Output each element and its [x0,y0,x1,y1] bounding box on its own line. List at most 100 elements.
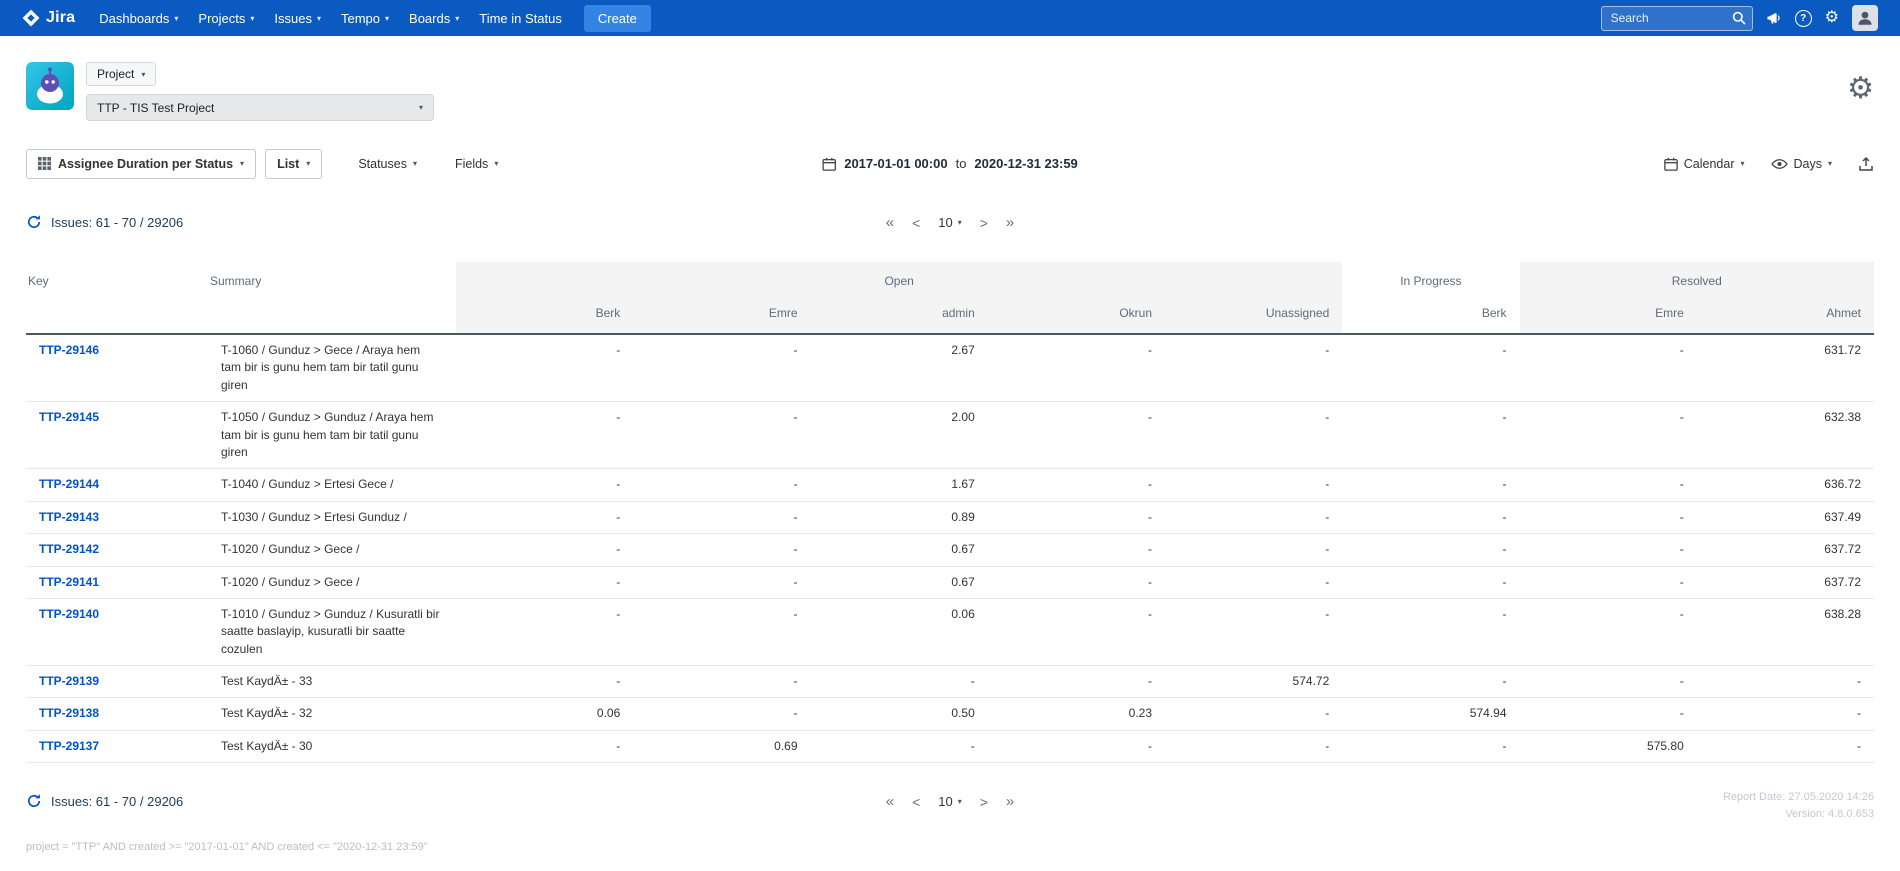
issue-row: TTP-29143T-1030 / Gunduz > Ertesi Gunduz… [26,501,1874,533]
duration-cell: - [988,534,1165,566]
nav-item-dashboards[interactable]: Dashboards▾ [89,0,188,36]
assignee-column-berk[interactable]: Berk [1342,298,1519,334]
chevron-down-icon: ▾ [413,159,417,168]
assignee-column-okrun[interactable]: Okrun [988,298,1165,334]
pagination-next-button[interactable]: > [980,215,988,231]
project-select[interactable]: TTP - TIS Test Project ▾ [86,94,434,121]
issue-row: TTP-29142T-1020 / Gunduz > Gece /--0.67-… [26,534,1874,566]
pagination-last-button[interactable]: » [1006,214,1014,231]
assignee-column-admin[interactable]: admin [811,298,988,334]
refresh-button[interactable] [26,214,42,230]
refresh-button[interactable] [26,793,42,809]
duration-cell: 632.38 [1697,402,1874,469]
project-avatar[interactable] [26,62,74,110]
top-navigation-bar: Jira Dashboards▾Projects▾Issues▾Tempo▾Bo… [0,0,1900,36]
pagination-first-button[interactable]: « [886,214,894,231]
pagination-top: « < 10 ▾ > » [886,214,1015,231]
refresh-icon [26,793,42,809]
report-settings-gear-icon[interactable]: ⚙ [1847,74,1874,104]
nav-item-projects[interactable]: Projects▾ [188,0,264,36]
chevron-down-icon: ▾ [958,218,962,227]
feedback-megaphone-icon[interactable] [1766,11,1782,26]
fields-dropdown[interactable]: Fields ▾ [455,157,498,171]
chevron-down-icon: ▾ [141,70,145,79]
scope-dropdown-button[interactable]: Project ▾ [86,62,156,86]
duration-cell: 0.50 [811,698,988,730]
duration-cell: 0.06 [811,598,988,665]
pagination-last-button[interactable]: » [1006,793,1014,810]
duration-cell: 0.67 [811,566,988,598]
statuses-dropdown[interactable]: Statuses ▾ [358,157,417,171]
pagination-prev-button[interactable]: < [912,215,920,231]
duration-cell: - [1165,334,1342,402]
duration-cell: 1.67 [811,469,988,501]
export-icon [1858,156,1874,172]
issue-key-link[interactable]: TTP-29138 [39,706,99,720]
calendar-mode-dropdown[interactable]: Calendar ▾ [1664,157,1745,171]
pagination-bottom: « < 10 ▾ > » [886,793,1015,810]
column-header-key[interactable]: Key [26,262,208,334]
duration-cell: - [1342,666,1519,698]
duration-cell: - [1165,534,1342,566]
assignee-column-emre[interactable]: Emre [1520,298,1697,334]
nav-item-tempo[interactable]: Tempo▾ [331,0,399,36]
duration-cell: 575.80 [1520,730,1697,762]
page-size-dropdown[interactable]: 10 ▾ [938,794,961,809]
nav-item-issues[interactable]: Issues▾ [264,0,331,36]
pagination-next-button[interactable]: > [980,794,988,810]
gear-icon[interactable]: ⚙ [1825,10,1839,26]
duration-cell: - [633,598,810,665]
search-icon[interactable] [1732,11,1746,25]
nav-item-boards[interactable]: Boards▾ [399,0,469,36]
duration-cell: 574.94 [1342,698,1519,730]
help-icon[interactable]: ? [1795,10,1812,27]
duration-cell: - [1697,730,1874,762]
duration-cell: - [633,501,810,533]
assignee-column-unassigned[interactable]: Unassigned [1165,298,1342,334]
issue-key-link[interactable]: TTP-29140 [39,607,99,621]
pagination-prev-button[interactable]: < [912,794,920,810]
issue-key-link[interactable]: TTP-29144 [39,477,99,491]
duration-cell: - [1520,666,1697,698]
duration-cell: - [633,566,810,598]
duration-cell: - [456,534,633,566]
duration-cell: - [1520,501,1697,533]
assignee-column-berk[interactable]: Berk [456,298,633,334]
issue-key-link[interactable]: TTP-29141 [39,575,99,589]
jira-home-link[interactable]: Jira [22,9,75,27]
date-range-picker[interactable]: 2017-01-01 00:00 to 2020-12-31 23:59 [822,156,1078,171]
chevron-down-icon: ▾ [958,797,962,806]
unit-dropdown[interactable]: Days ▾ [1771,157,1833,171]
issue-key-link[interactable]: TTP-29145 [39,410,99,424]
nav-item-time-in-status[interactable]: Time in Status [469,0,572,36]
page-size-dropdown[interactable]: 10 ▾ [938,215,961,230]
duration-cell: 637.72 [1697,566,1874,598]
assignee-column-emre[interactable]: Emre [633,298,810,334]
create-button[interactable]: Create [584,5,651,32]
duration-cell: - [1342,566,1519,598]
assignee-column-ahmet[interactable]: Ahmet [1697,298,1874,334]
report-type-button[interactable]: Assignee Duration per Status ▾ [26,149,256,179]
duration-cell: - [1165,598,1342,665]
duration-cell: 2.00 [811,402,988,469]
issue-key-link[interactable]: TTP-29143 [39,510,99,524]
duration-cell: - [988,730,1165,762]
version-label: Version: 4.8.0.653 [1723,806,1874,823]
duration-cell: - [1165,402,1342,469]
issue-key-link[interactable]: TTP-29142 [39,542,99,556]
search-input[interactable] [1601,6,1753,31]
duration-cell: - [1520,469,1697,501]
chevron-down-icon: ▾ [494,159,498,168]
issue-key-link[interactable]: TTP-29139 [39,674,99,688]
duration-cell: - [633,334,810,402]
user-avatar[interactable] [1852,5,1878,31]
duration-cell: - [1342,501,1519,533]
view-type-button[interactable]: List ▾ [265,149,322,179]
export-button[interactable] [1858,156,1874,172]
duration-cell: - [1520,566,1697,598]
pagination-first-button[interactable]: « [886,793,894,810]
eye-icon [1771,158,1788,170]
issue-key-link[interactable]: TTP-29137 [39,739,99,753]
issue-key-link[interactable]: TTP-29146 [39,343,99,357]
column-header-summary[interactable]: Summary [208,262,456,334]
